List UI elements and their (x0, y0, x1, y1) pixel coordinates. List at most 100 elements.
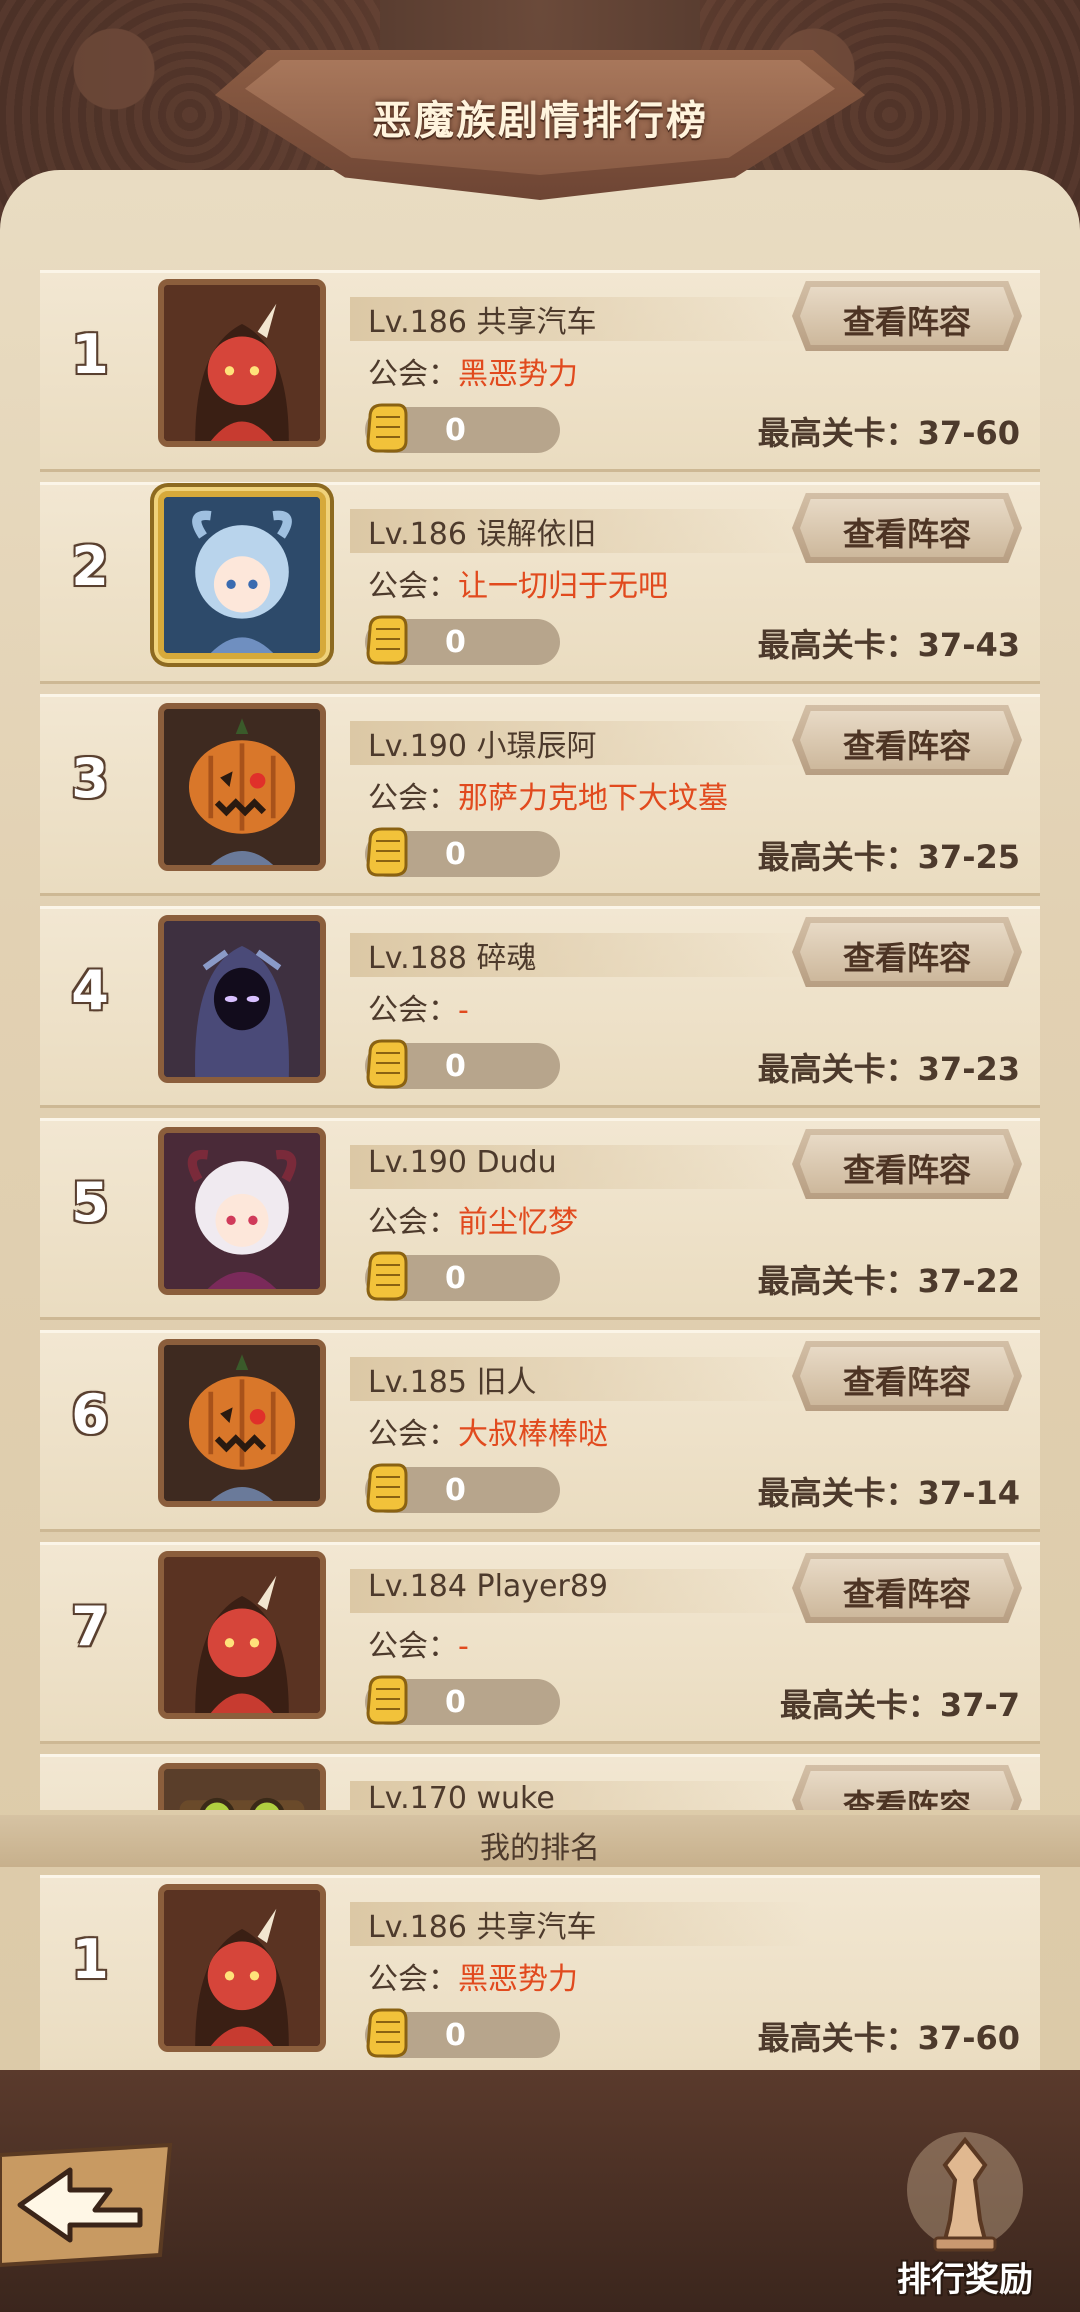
my-rank-label: 我的排名 (480, 1831, 600, 1866)
my-rank-row: 1 Lv.186 共享汽车 公会：黑恶势力 0 最高关卡：37-60 (40, 1875, 1040, 2077)
back-arrow-icon (0, 2142, 173, 2268)
player-name: Lv.186 误解依旧 (368, 517, 597, 552)
view-lineup-label: 查看阵容 (842, 1363, 971, 1401)
guild-info: 公会：前尘忆梦 (368, 1205, 578, 1240)
back-button[interactable] (0, 2135, 190, 2275)
like-count: 0 (445, 1473, 466, 1508)
like-count: 0 (445, 837, 466, 872)
red-demon-hero-icon[interactable] (158, 1551, 326, 1719)
page-title: 恶魔族剧情排行榜 (372, 98, 708, 144)
view-lineup-label: 查看阵容 (842, 515, 971, 553)
like-counter[interactable]: 0 (365, 1463, 560, 1513)
like-count: 0 (445, 413, 466, 448)
highest-stage: 最高关卡：37-23 (757, 1050, 1020, 1088)
rank-number: 2 (71, 535, 109, 598)
view-lineup-button[interactable]: 查看阵容 (792, 1765, 1022, 1810)
view-lineup-button[interactable]: 查看阵容 (792, 1341, 1022, 1411)
view-lineup-button[interactable]: 查看阵容 (792, 917, 1022, 987)
fist-icon (366, 1039, 408, 1089)
ranking-row: 3 Lv.190 小璟辰阿公会：那萨力克地下大坟墓 0 查看阵容最高关卡：37-25 (40, 694, 1040, 896)
like-count: 0 (445, 1049, 466, 1084)
like-counter[interactable]: 0 (365, 2008, 560, 2058)
player-name: Lv.190 小璟辰阿 (368, 729, 597, 764)
view-lineup-button[interactable]: 查看阵容 (792, 281, 1022, 351)
like-counter[interactable]: 0 (365, 1251, 560, 1301)
like-count: 0 (445, 1685, 466, 1720)
guild-info: 公会：那萨力克地下大坟墓 (368, 781, 728, 816)
guild-info: 公会：大叔棒棒哒 (368, 1417, 608, 1452)
player-name: Lv.190 Dudu (368, 1145, 557, 1180)
like-count: 0 (445, 625, 466, 660)
view-lineup-button[interactable]: 查看阵容 (792, 493, 1022, 563)
goggles-hero-icon[interactable] (158, 1763, 326, 1810)
ranking-row: 1 Lv.186 共享汽车 公会：黑恶势力 0 查看阵容 最高关卡：37-60 (40, 270, 1040, 472)
guild-info: 公会：- (368, 1629, 469, 1664)
pumpkin-hero-icon[interactable] (158, 703, 326, 871)
ranking-reward-button[interactable]: 排行奖励 (880, 2120, 1050, 2300)
view-lineup-button[interactable]: 查看阵容 (792, 705, 1022, 775)
chess-piece-icon (907, 2132, 1023, 2252)
ranking-row: 4 Lv.188 碎魂 公会：- 0 查看阵容最高关卡：37-23 (40, 906, 1040, 1108)
reward-label: 排行奖励 (897, 2260, 1033, 2300)
rank-number: 7 (71, 1595, 109, 1658)
like-count: 0 (445, 1261, 466, 1296)
player-name: Lv.188 碎魂 (368, 941, 537, 976)
rank-number: 5 (71, 1171, 109, 1234)
fist-icon (366, 2008, 408, 2058)
ranking-row: 7 Lv.184 Player89 公会：- 0 查看阵容最高关卡：37-7 (40, 1542, 1040, 1744)
like-counter[interactable]: 0 (365, 615, 560, 665)
guild-name: 黑恶势力 (458, 1962, 578, 1997)
rank-number: 6 (71, 1383, 109, 1446)
red-demon-hero-icon[interactable] (158, 1884, 326, 2052)
red-demon-hero-icon[interactable] (158, 279, 326, 447)
like-count: 0 (445, 2018, 466, 2053)
highest-stage: 最高关卡：37-60 (757, 414, 1020, 452)
rank-number: 4 (71, 959, 109, 1022)
guild-info: 公会：让一切归于无吧 (368, 569, 668, 604)
like-counter[interactable]: 0 (365, 1675, 560, 1725)
my-rank-header: 我的排名 (0, 1815, 1080, 1867)
like-counter[interactable]: 0 (365, 403, 560, 453)
guild-info: 公会：- (368, 993, 469, 1028)
guild-name: - (458, 1629, 469, 1664)
view-lineup-label: 查看阵容 (842, 1575, 971, 1613)
view-lineup-label: 查看阵容 (842, 1787, 971, 1810)
fist-icon (366, 615, 408, 665)
highest-stage: 最高关卡：37-25 (757, 838, 1020, 876)
ranking-list[interactable]: 1 Lv.186 共享汽车 公会：黑恶势力 0 查看阵容 最高关卡：37-60 2 Lv.18… (0, 270, 1080, 1810)
guild-name: 前尘忆梦 (458, 1205, 578, 1240)
white-hair-demon-girl-icon[interactable] (158, 1127, 326, 1295)
ranking-row: 8 Lv.170 wuke 查看阵容 (40, 1754, 1040, 1810)
highest-stage: 最高关卡：37-14 (757, 1474, 1020, 1512)
view-lineup-label: 查看阵容 (842, 303, 971, 341)
fist-icon (366, 1675, 408, 1725)
highest-stage: 最高关卡：37-22 (757, 1262, 1020, 1300)
view-lineup-button[interactable]: 查看阵容 (792, 1129, 1022, 1199)
highest-stage: 最高关卡：37-60 (757, 2019, 1020, 2057)
like-counter[interactable]: 0 (365, 827, 560, 877)
hooded-reaper-hero-icon[interactable] (158, 915, 326, 1083)
fist-icon (366, 827, 408, 877)
player-name: Lv.185 旧人 (368, 1365, 537, 1400)
ice-girl-hero-icon[interactable] (158, 491, 326, 659)
rank-number: 3 (71, 747, 109, 810)
guild-name: 大叔棒棒哒 (458, 1417, 608, 1452)
guild-name: 黑恶势力 (458, 357, 578, 392)
player-name: Lv.170 wuke (368, 1781, 555, 1810)
view-lineup-label: 查看阵容 (842, 727, 971, 765)
guild-info: 公会：黑恶势力 (368, 357, 578, 392)
guild-info: 公会：黑恶势力 (368, 1962, 578, 1997)
view-lineup-label: 查看阵容 (842, 1151, 971, 1189)
pumpkin-hero-icon[interactable] (158, 1339, 326, 1507)
fist-icon (366, 1463, 408, 1513)
player-name: Lv.184 Player89 (368, 1569, 608, 1604)
fist-icon (366, 1251, 408, 1301)
like-counter[interactable]: 0 (365, 1039, 560, 1089)
title-banner: 恶魔族剧情排行榜 (215, 50, 865, 200)
view-lineup-label: 查看阵容 (842, 939, 971, 977)
view-lineup-button[interactable]: 查看阵容 (792, 1553, 1022, 1623)
rank-number: 1 (71, 1928, 109, 1991)
player-name: Lv.186 共享汽车 (368, 1910, 597, 1945)
guild-name: - (458, 993, 469, 1028)
highest-stage: 最高关卡：37-7 (779, 1686, 1020, 1724)
